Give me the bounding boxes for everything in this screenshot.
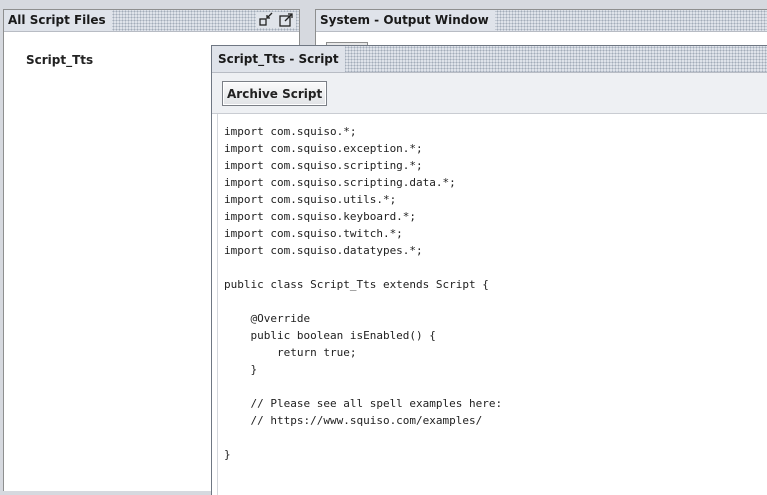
code-line: import com.squiso.*;	[224, 125, 357, 138]
code-line: }	[224, 363, 258, 376]
script-file-item[interactable]: Script_Tts	[26, 53, 93, 67]
code-line: import com.squiso.utils.*;	[224, 193, 397, 206]
script-window-title: Script_Tts - Script	[212, 46, 345, 72]
script-toolbar: Archive Script	[212, 73, 767, 114]
script-editor-window: Script_Tts - Script Archive Script impor…	[211, 45, 767, 495]
code-line: import com.squiso.scripting.data.*;	[224, 176, 456, 189]
restore-icon[interactable]	[258, 12, 274, 28]
code-line: import com.squiso.twitch.*;	[224, 227, 403, 240]
all-script-files-titlebar[interactable]: All Script Files	[4, 10, 299, 32]
code-line: import com.squiso.keyboard.*;	[224, 210, 417, 223]
popout-icon[interactable]	[278, 12, 294, 28]
output-window-title: System - Output Window	[316, 10, 495, 31]
output-window-titlebar[interactable]: System - Output Window	[316, 10, 767, 32]
code-line: }	[224, 448, 231, 461]
code-line: import com.squiso.exception.*;	[224, 142, 423, 155]
code-line: import com.squiso.datatypes.*;	[224, 244, 423, 257]
code-line: // Please see all spell examples here:	[224, 397, 503, 410]
code-line: public class Script_Tts extends Script {	[224, 278, 489, 291]
code-line: public boolean isEnabled() {	[224, 329, 436, 342]
code-line: // https://www.squiso.com/examples/	[224, 414, 483, 427]
code-line: return true;	[224, 346, 357, 359]
code-line: import com.squiso.scripting.*;	[224, 159, 423, 172]
all-script-files-title: All Script Files	[4, 10, 112, 31]
archive-script-button[interactable]: Archive Script	[222, 81, 328, 106]
code-editor[interactable]: import com.squiso.*; import com.squiso.ex…	[217, 114, 767, 495]
script-window-titlebar[interactable]: Script_Tts - Script	[212, 46, 767, 73]
code-line: @Override	[224, 312, 311, 325]
